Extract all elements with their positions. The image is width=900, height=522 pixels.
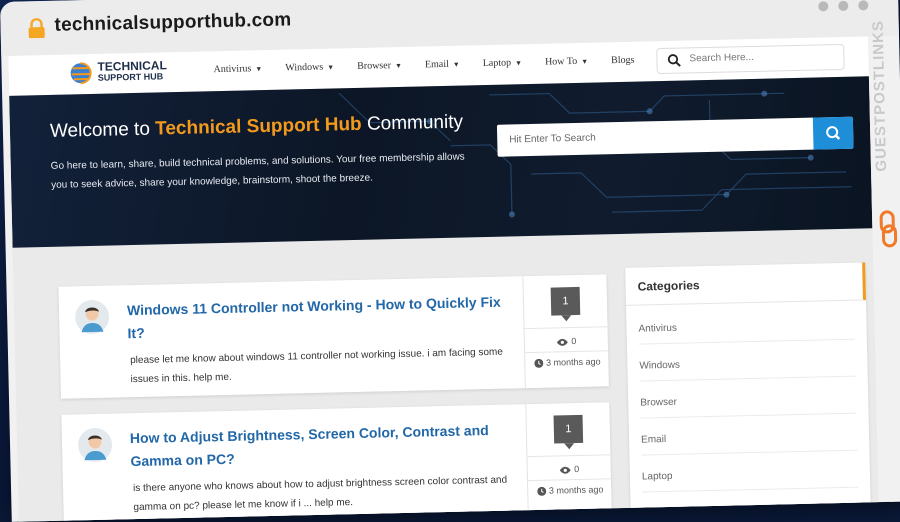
chevron-down-icon: ▼ <box>581 57 589 66</box>
category-laptop[interactable]: Laptop <box>641 466 859 493</box>
view-count: 0 <box>525 335 609 347</box>
web-page: TECHNICAL SUPPORT HUB Antivirus ▼ Windows… <box>8 36 879 522</box>
search-icon <box>826 126 841 140</box>
category-antivirus[interactable]: Antivirus <box>638 318 855 345</box>
question-stats: 1 0 3 months ago <box>522 274 610 389</box>
window-dot[interactable] <box>858 0 869 11</box>
category-email[interactable]: Email <box>640 429 858 456</box>
clock-icon <box>536 486 546 496</box>
clock-icon <box>534 358 544 368</box>
window-dot[interactable] <box>818 1 829 12</box>
answer-count-badge: 1 <box>553 414 584 444</box>
question-title[interactable]: How to Adjust Brightness, Screen Color, … <box>130 419 511 474</box>
nav-antivirus[interactable]: Antivirus ▼ <box>213 63 262 75</box>
nav-how-to[interactable]: How To ▼ <box>545 56 588 68</box>
question-excerpt: is there anyone who knows about how to a… <box>132 474 508 514</box>
url-text[interactable]: technicalsupporthub.com <box>54 9 291 36</box>
chevron-down-icon: ▼ <box>327 63 335 72</box>
question-excerpt: please let me know about windows 11 cont… <box>130 346 503 386</box>
nav-laptop[interactable]: Laptop ▼ <box>483 57 523 69</box>
nav-windows[interactable]: Windows ▼ <box>285 61 335 74</box>
eye-icon <box>557 338 569 346</box>
logo-line2: SUPPORT HUB <box>97 71 164 83</box>
window-controls <box>818 0 869 12</box>
lock-icon <box>28 18 45 39</box>
post-time: 3 months ago <box>525 356 609 368</box>
question-title[interactable]: Windows 11 Controller not Working - How … <box>127 291 508 346</box>
categories-title: Categories <box>637 278 700 294</box>
chevron-down-icon: ▼ <box>452 60 460 69</box>
browser-window: technicalsupporthub.com TECHNICAL SUPPOR… <box>0 0 900 522</box>
chevron-down-icon: ▼ <box>394 61 403 71</box>
eye-icon <box>560 466 572 474</box>
hero-search-button[interactable] <box>812 116 854 150</box>
window-dot[interactable] <box>838 0 849 11</box>
question-card: How to Adjust Brightness, Screen Color, … <box>61 402 613 522</box>
main-menu: Antivirus ▼ Windows ▼ Browser ▼ Email ▼ Lapt… <box>213 55 634 76</box>
hero-search-input[interactable] <box>507 126 812 147</box>
question-card: Windows 11 Controller not Working - How … <box>58 274 610 399</box>
guestpostlinks-watermark: GUESTPOSTLINKS <box>866 12 900 253</box>
category-windows[interactable]: Windows <box>639 355 856 382</box>
categories-header: Categories <box>625 262 866 306</box>
logo-globe-icon <box>70 62 92 85</box>
question-stats: 1 0 3 months ago <box>525 402 613 517</box>
header-search <box>656 43 845 75</box>
nav-browser[interactable]: Browser ▼ <box>357 60 402 72</box>
nav-blogs[interactable]: Blogs <box>611 55 635 67</box>
chain-link-icon <box>879 210 898 248</box>
category-browser[interactable]: Browser <box>640 392 857 419</box>
nav-email[interactable]: Email ▼ <box>425 59 460 71</box>
user-avatar <box>78 427 113 462</box>
categories-panel: Categories Antivirus Windows Browser Ema… <box>625 262 871 518</box>
header-search-input[interactable] <box>687 48 842 66</box>
watermark-text: GUESTPOSTLINKS <box>869 19 891 172</box>
hero-banner: Welcome to Technical Support Hub Communi… <box>9 76 873 248</box>
user-avatar <box>75 299 110 334</box>
chevron-down-icon: ▼ <box>255 65 263 74</box>
post-time: 3 months ago <box>528 484 612 496</box>
search-icon[interactable] <box>667 54 681 68</box>
view-count: 0 <box>528 463 612 475</box>
chevron-down-icon: ▼ <box>515 59 523 68</box>
site-logo[interactable]: TECHNICAL SUPPORT HUB <box>68 58 167 85</box>
answer-count-badge: 1 <box>550 286 581 316</box>
